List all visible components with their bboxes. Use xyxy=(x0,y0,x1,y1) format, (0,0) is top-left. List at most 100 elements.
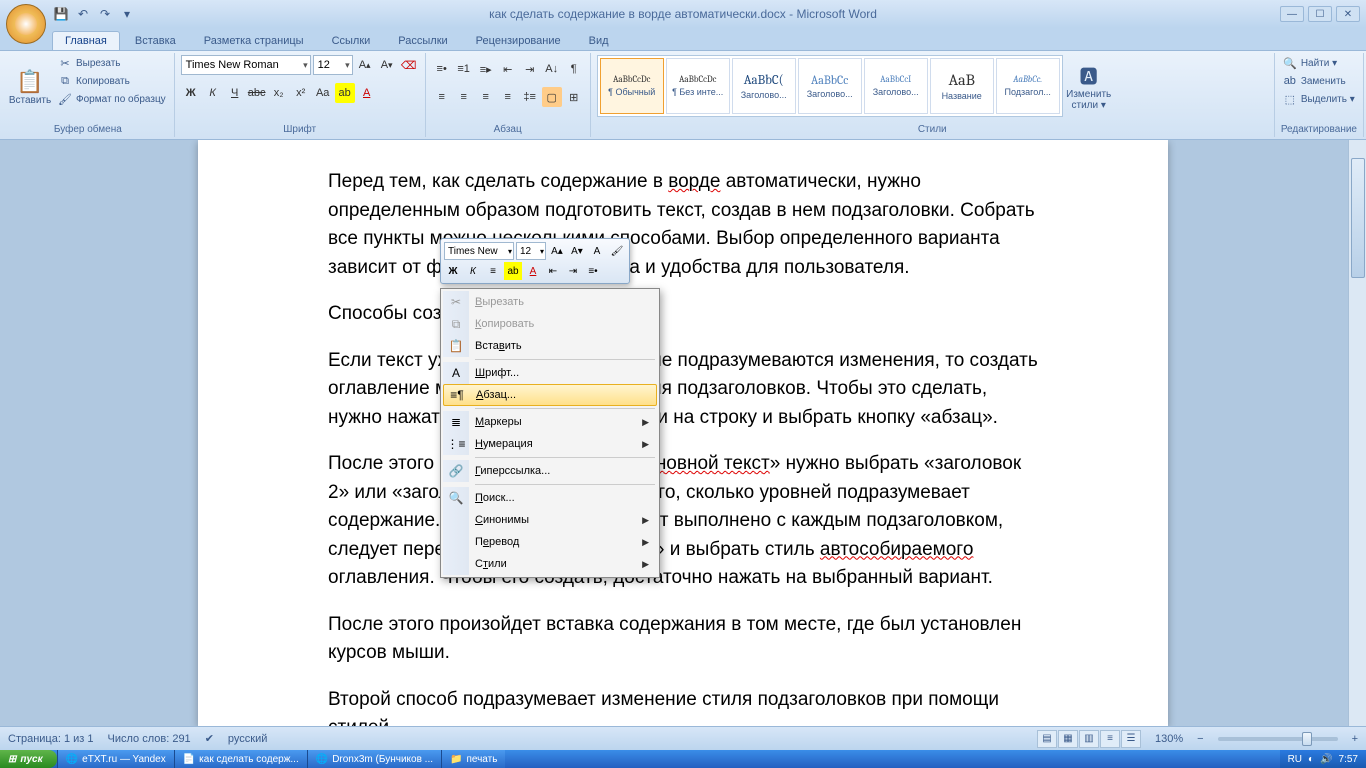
grow-font-button[interactable]: A▴ xyxy=(355,55,375,75)
mini-italic-icon[interactable]: К xyxy=(464,262,482,280)
style-no-spacing[interactable]: AaBbCcDc¶ Без инте... xyxy=(666,58,730,114)
redo-icon[interactable]: ↷ xyxy=(96,5,114,23)
undo-icon[interactable]: ↶ xyxy=(74,5,92,23)
zoom-slider[interactable] xyxy=(1218,737,1338,741)
status-page[interactable]: Страница: 1 из 1 xyxy=(8,733,94,745)
status-language[interactable]: русский xyxy=(228,733,267,745)
zoom-level[interactable]: 130% xyxy=(1155,733,1183,745)
office-button[interactable] xyxy=(6,4,46,44)
view-fullscreen-icon[interactable]: ▦ xyxy=(1058,730,1078,748)
mini-grow-icon[interactable]: A▴ xyxy=(548,242,566,260)
numbering-button[interactable]: ≡1 xyxy=(454,59,474,79)
tab-home[interactable]: Главная xyxy=(52,31,120,50)
cut-button[interactable]: ✂Вырезать xyxy=(56,55,168,71)
sort-button[interactable]: A↓ xyxy=(542,59,562,79)
tab-mailings[interactable]: Рассылки xyxy=(385,31,460,50)
justify-button[interactable]: ≡ xyxy=(498,87,518,107)
font-color-button[interactable]: A xyxy=(357,83,377,103)
qat-more-icon[interactable]: ▾ xyxy=(118,5,136,23)
context--[interactable]: ≣Маркеры▶ xyxy=(443,411,657,433)
styles-gallery[interactable]: AaBbCcDc¶ Обычный AaBbCcDc¶ Без инте... … xyxy=(597,55,1063,117)
shrink-font-button[interactable]: A▾ xyxy=(377,55,397,75)
italic-button[interactable]: К xyxy=(203,83,223,103)
mini-font-combo[interactable]: Times New xyxy=(444,242,514,260)
font-size-combo[interactable]: 12 xyxy=(313,55,353,75)
view-draft-icon[interactable]: ☰ xyxy=(1121,730,1141,748)
mini-center-icon[interactable]: ≡ xyxy=(484,262,502,280)
find-button[interactable]: 🔍Найти ▾ xyxy=(1281,55,1357,71)
mini-bullets-icon[interactable]: ≡• xyxy=(584,262,602,280)
change-case-button[interactable]: Aa xyxy=(313,83,333,103)
bullets-button[interactable]: ≡• xyxy=(432,59,452,79)
task-item-4[interactable]: 📁печать xyxy=(441,750,505,768)
tray-clock[interactable]: 7:57 xyxy=(1339,754,1358,765)
mini-color-icon[interactable]: A xyxy=(524,262,542,280)
multilevel-button[interactable]: ≡▸ xyxy=(476,59,496,79)
mini-highlight-icon[interactable]: ab xyxy=(504,262,522,280)
decrease-indent-button[interactable]: ⇤ xyxy=(498,59,518,79)
clear-format-button[interactable]: ⌫ xyxy=(399,55,419,75)
style-heading3[interactable]: AaBbCcIЗаголово... xyxy=(864,58,928,114)
status-words[interactable]: Число слов: 291 xyxy=(108,733,191,745)
tray-icon[interactable]: ◐ xyxy=(1308,754,1314,765)
mini-indent-dec-icon[interactable]: ⇤ xyxy=(544,262,562,280)
context--[interactable]: ⋮≡Нумерация▶ xyxy=(443,433,657,455)
view-web-icon[interactable]: ▥ xyxy=(1079,730,1099,748)
show-marks-button[interactable]: ¶ xyxy=(564,59,584,79)
copy-button[interactable]: ⧉Копировать xyxy=(56,73,168,89)
mini-styles-icon[interactable]: A xyxy=(588,242,606,260)
format-painter-button[interactable]: 🖌Формат по образцу xyxy=(56,91,168,107)
zoom-thumb[interactable] xyxy=(1302,732,1312,746)
context--[interactable]: Синонимы▶ xyxy=(443,509,657,531)
context--[interactable]: 🔗Гиперссылка... xyxy=(443,460,657,482)
tab-review[interactable]: Рецензирование xyxy=(463,31,574,50)
zoom-in-button[interactable]: + xyxy=(1352,733,1358,745)
bold-button[interactable]: Ж xyxy=(181,83,201,103)
tray-icon[interactable]: 🔊 xyxy=(1320,754,1332,765)
view-print-icon[interactable]: ▤ xyxy=(1037,730,1057,748)
mini-bold-icon[interactable]: Ж xyxy=(444,262,462,280)
close-button[interactable]: ✕ xyxy=(1336,6,1360,22)
align-right-button[interactable]: ≡ xyxy=(476,87,496,107)
vertical-scrollbar[interactable] xyxy=(1348,140,1366,726)
align-left-button[interactable]: ≡ xyxy=(432,87,452,107)
change-styles-button[interactable]: 🅰 Изменить стили ▾ xyxy=(1067,55,1111,119)
borders-button[interactable]: ⊞ xyxy=(564,87,584,107)
paste-button[interactable]: 📋 Вставить xyxy=(8,55,52,119)
highlight-button[interactable]: ab xyxy=(335,83,355,103)
align-center-button[interactable]: ≡ xyxy=(454,87,474,107)
strike-button[interactable]: abc xyxy=(247,83,267,103)
scroll-thumb[interactable] xyxy=(1351,158,1365,278)
mini-size-combo[interactable]: 12 xyxy=(516,242,546,260)
mini-painter-icon[interactable]: 🖌 xyxy=(608,242,626,260)
minimize-button[interactable]: — xyxy=(1280,6,1304,22)
line-spacing-button[interactable]: ‡≡ xyxy=(520,87,540,107)
style-normal[interactable]: AaBbCcDc¶ Обычный xyxy=(600,58,664,114)
font-name-combo[interactable]: Times New Roman xyxy=(181,55,311,75)
tray-lang[interactable]: RU xyxy=(1288,754,1302,765)
tab-view[interactable]: Вид xyxy=(576,31,622,50)
subscript-button[interactable]: x₂ xyxy=(269,83,289,103)
context--[interactable]: Перевод▶ xyxy=(443,531,657,553)
context--[interactable]: AШрифт... xyxy=(443,362,657,384)
style-heading1[interactable]: AaBbC(Заголово... xyxy=(732,58,796,114)
view-outline-icon[interactable]: ≡ xyxy=(1100,730,1120,748)
tab-page-layout[interactable]: Разметка страницы xyxy=(191,31,317,50)
context--[interactable]: ≡¶Абзац... xyxy=(443,384,657,406)
context--[interactable]: Стили▶ xyxy=(443,553,657,575)
tab-references[interactable]: Ссылки xyxy=(319,31,384,50)
tab-insert[interactable]: Вставка xyxy=(122,31,189,50)
style-subtitle[interactable]: AaBbCc.Подзагол... xyxy=(996,58,1060,114)
context--[interactable]: 📋Вставить xyxy=(443,335,657,357)
shading-button[interactable]: ▢ xyxy=(542,87,562,107)
maximize-button[interactable]: ☐ xyxy=(1308,6,1332,22)
save-icon[interactable]: 💾 xyxy=(52,5,70,23)
task-item-2[interactable]: 📄как сделать содерж... xyxy=(174,750,307,768)
replace-button[interactable]: abЗаменить xyxy=(1281,73,1357,89)
start-button[interactable]: ⊞пуск xyxy=(0,750,57,768)
select-button[interactable]: ⬚Выделить ▾ xyxy=(1281,91,1357,107)
task-item-1[interactable]: 🌐eTXT.ru — Yandex xyxy=(57,750,174,768)
increase-indent-button[interactable]: ⇥ xyxy=(520,59,540,79)
task-item-3[interactable]: 🌐Dronx3m (Бунчиков ... xyxy=(307,750,441,768)
zoom-out-button[interactable]: − xyxy=(1197,733,1203,745)
